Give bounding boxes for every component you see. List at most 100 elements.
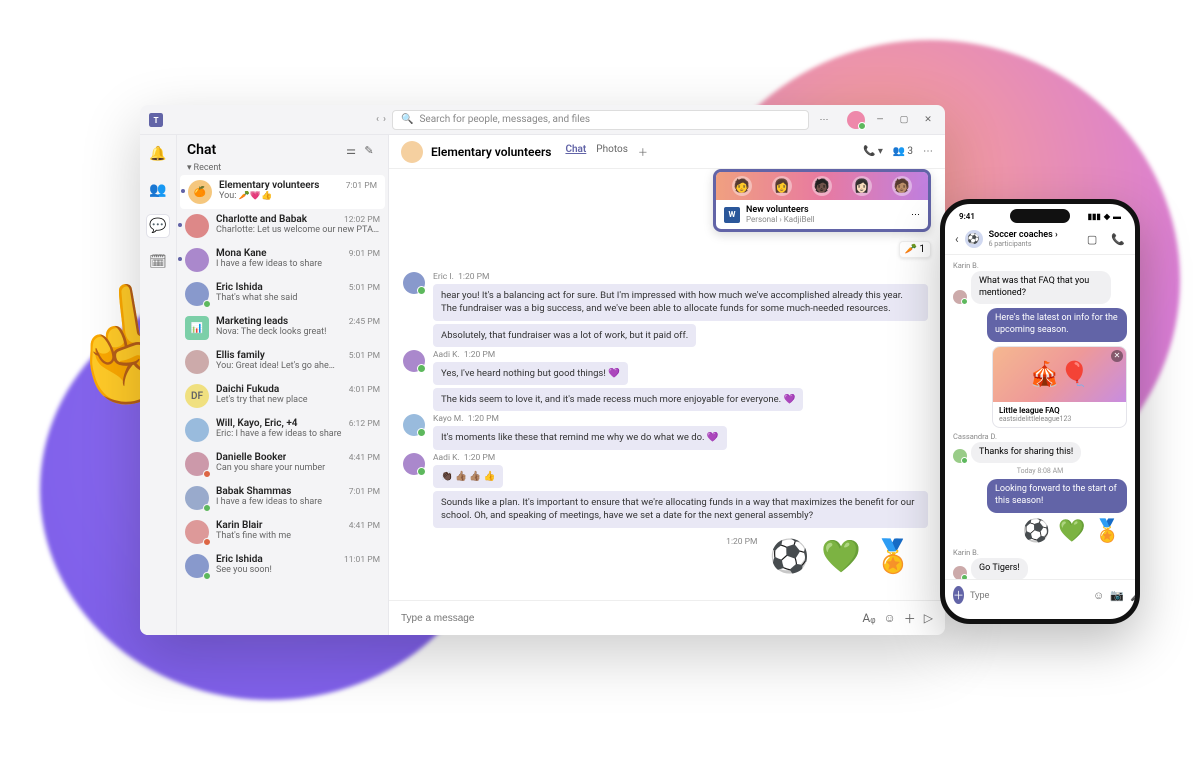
- chat-name: Charlotte and Babak: [216, 214, 307, 225]
- search-bar[interactable]: 🔍 Search for people, messages, and files: [392, 110, 809, 130]
- unread-dot: [178, 257, 182, 261]
- medal-emoji: 🏅: [873, 537, 913, 575]
- message-bubble[interactable]: What was that FAQ that you mentioned?: [971, 271, 1111, 304]
- chat-name: Karin Blair: [216, 520, 263, 531]
- send-icon[interactable]: ▷: [924, 611, 933, 625]
- maximize-button[interactable]: ▢: [895, 113, 913, 127]
- app-rail: 🔔 👥 💬 🗓: [140, 135, 177, 635]
- chat-name: Danielle Booker: [216, 452, 286, 463]
- chat-preview: That's fine with me: [216, 531, 380, 541]
- chat-preview: Can you share your number: [216, 463, 380, 473]
- call-button[interactable]: 📞 ▾: [863, 146, 883, 157]
- message-bubble[interactable]: Go Tigers!: [971, 558, 1028, 579]
- format-icon[interactable]: Aᵩ: [862, 611, 875, 625]
- tab-photos[interactable]: Photos: [596, 144, 628, 159]
- reaction-badge[interactable]: 🥕 1: [899, 241, 931, 258]
- chat-list-item[interactable]: Charlotte and Babak12:02 PMCharlotte: Le…: [177, 209, 388, 243]
- chat-list-item[interactable]: Ellis family5:01 PMYou: Great idea! Let'…: [177, 345, 388, 379]
- mic-icon[interactable]: 🎤: [1130, 589, 1140, 602]
- chat-list-item[interactable]: Danielle Booker 4:41 PMCan you share your…: [177, 447, 388, 481]
- avatar-icon: 🧑🏿: [812, 176, 832, 196]
- card-title: Little league FAQ: [999, 406, 1120, 415]
- chat-list-item[interactable]: 📊Marketing leads2:45 PMNova: The deck lo…: [177, 311, 388, 345]
- dismiss-icon[interactable]: ✕: [1111, 350, 1123, 362]
- chat-list-item[interactable]: DFDaichi Fukuda4:01 PMLet's try that new…: [177, 379, 388, 413]
- message-bubble[interactable]: The kids seem to love it, and it's made …: [433, 388, 803, 411]
- reaction-count: 1: [919, 244, 925, 255]
- message-input[interactable]: [401, 613, 854, 624]
- chat-time: 4:01 PM: [349, 385, 380, 395]
- chat-preview: You: 🥕💗👍: [219, 191, 377, 201]
- heart-emoji: 💚: [821, 537, 861, 575]
- emoji-picker-icon[interactable]: ☺: [883, 611, 895, 625]
- chat-list-item[interactable]: Karin Blair4:41 PMThat's fine with me: [177, 515, 388, 549]
- close-button[interactable]: ✕: [919, 113, 937, 127]
- phone-message-input[interactable]: [970, 590, 1087, 600]
- profile-avatar[interactable]: [847, 111, 865, 129]
- avatar: [185, 452, 209, 476]
- avatar-icon: 👩🏻: [852, 176, 872, 196]
- message-list[interactable]: 🧑 👩 🧑🏿 👩🏻 🧑🏽 W New volunteers Personal ›…: [389, 169, 945, 600]
- chat-preview: Nova: The deck looks great!: [216, 327, 380, 337]
- back-icon[interactable]: ‹: [955, 232, 959, 246]
- rail-chat-icon[interactable]: 💬: [147, 215, 169, 237]
- audio-call-icon[interactable]: 📞: [1111, 233, 1125, 246]
- file-more-icon[interactable]: ⋯: [911, 210, 920, 220]
- message-bubble[interactable]: 👏🏿 👍🏽 👍🏽 👍: [433, 465, 503, 488]
- message-meta: Aadi K. 1:20 PM: [433, 453, 931, 463]
- chat-time: 5:01 PM: [349, 283, 380, 293]
- chat-list-title: Chat: [187, 142, 342, 158]
- rail-community-icon[interactable]: 👥: [147, 179, 169, 201]
- section-recent[interactable]: ▾ Recent: [177, 161, 388, 175]
- wifi-icon: ◆: [1104, 212, 1110, 221]
- tab-chat[interactable]: Chat: [565, 144, 586, 159]
- message-bubble[interactable]: hear you! It's a balancing act for sure.…: [433, 284, 928, 321]
- nav-back-icon[interactable]: ‹: [376, 114, 379, 125]
- avatar: [185, 214, 209, 238]
- avatar: [403, 414, 425, 436]
- chat-time: 7:01 PM: [349, 487, 380, 497]
- shared-file-card[interactable]: 🧑 👩 🧑🏿 👩🏻 🧑🏽 W New volunteers Personal ›…: [713, 169, 931, 232]
- people-button[interactable]: 👥 3: [893, 146, 913, 157]
- chat-time: 9:01 PM: [349, 249, 380, 259]
- new-chat-icon[interactable]: ✎: [360, 141, 378, 159]
- chat-list-item[interactable]: Eric Ishida11:01 PMSee you soon!: [177, 549, 388, 583]
- filter-icon[interactable]: ⚌: [342, 141, 360, 159]
- message-bubble[interactable]: Thanks for sharing this!: [971, 442, 1081, 464]
- avatar: [953, 449, 967, 463]
- video-call-icon[interactable]: ▢: [1087, 233, 1097, 246]
- attach-button[interactable]: ＋: [953, 586, 964, 604]
- message-bubble[interactable]: Yes, I've heard nothing but good things!…: [433, 362, 628, 385]
- heart-emoji: 💚: [1058, 519, 1085, 544]
- message-bubble[interactable]: Here's the latest on info for the upcomi…: [987, 308, 1127, 341]
- phone-chat-title[interactable]: Soccer coaches ›: [989, 230, 1081, 240]
- message-meta: Kayo M. 1:20 PM: [433, 414, 931, 424]
- phone-notch: [1010, 209, 1070, 223]
- medal-emoji: 🏅: [1094, 519, 1121, 544]
- more-options-icon[interactable]: ⋯: [923, 146, 933, 157]
- message-bubble[interactable]: Sounds like a plan. It's important to en…: [433, 491, 928, 528]
- phone-message-list[interactable]: Karin B. What was that FAQ that you ment…: [945, 255, 1135, 579]
- message-bubble[interactable]: Looking forward to the start of this sea…: [987, 479, 1127, 512]
- sender-label: Cassandra D.: [953, 432, 1127, 441]
- more-icon[interactable]: ⋯: [815, 113, 833, 127]
- chat-list-item[interactable]: Mona Kane9:01 PMI have a few ideas to sh…: [177, 243, 388, 277]
- chat-time: 4:41 PM: [349, 453, 380, 463]
- rail-activity-icon[interactable]: 🔔: [147, 143, 169, 165]
- message-bubble[interactable]: Absolutely, that fundraiser was a lot of…: [433, 324, 696, 347]
- tab-add[interactable]: ＋: [638, 144, 648, 159]
- chat-list-item[interactable]: 🍊Elementary volunteers7:01 PMYou: 🥕💗👍: [180, 175, 385, 209]
- emoji-icon[interactable]: ☺: [1093, 589, 1104, 602]
- chat-list-item[interactable]: Will, Kayo, Eric, +46:12 PMEric: I have …: [177, 413, 388, 447]
- chat-list-item[interactable]: Babak Shammas7:01 PMI have a few ideas t…: [177, 481, 388, 515]
- chat-list-item[interactable]: Eric Ishida5:01 PMThat's what she said: [177, 277, 388, 311]
- rail-calendar-icon[interactable]: 🗓: [147, 251, 169, 273]
- message-bubble[interactable]: It's moments like these that remind me w…: [433, 426, 727, 449]
- link-preview-card[interactable]: 🎪🎈✕ Little league FAQ eastsidelittleleag…: [992, 346, 1127, 428]
- group-avatar: ⚽: [965, 230, 983, 248]
- nav-forward-icon[interactable]: ›: [383, 114, 386, 125]
- minimize-button[interactable]: —: [871, 113, 889, 127]
- attach-icon[interactable]: ＋: [904, 610, 916, 627]
- chat-time: 12:02 PM: [344, 215, 380, 225]
- camera-icon[interactable]: 📷: [1110, 589, 1124, 602]
